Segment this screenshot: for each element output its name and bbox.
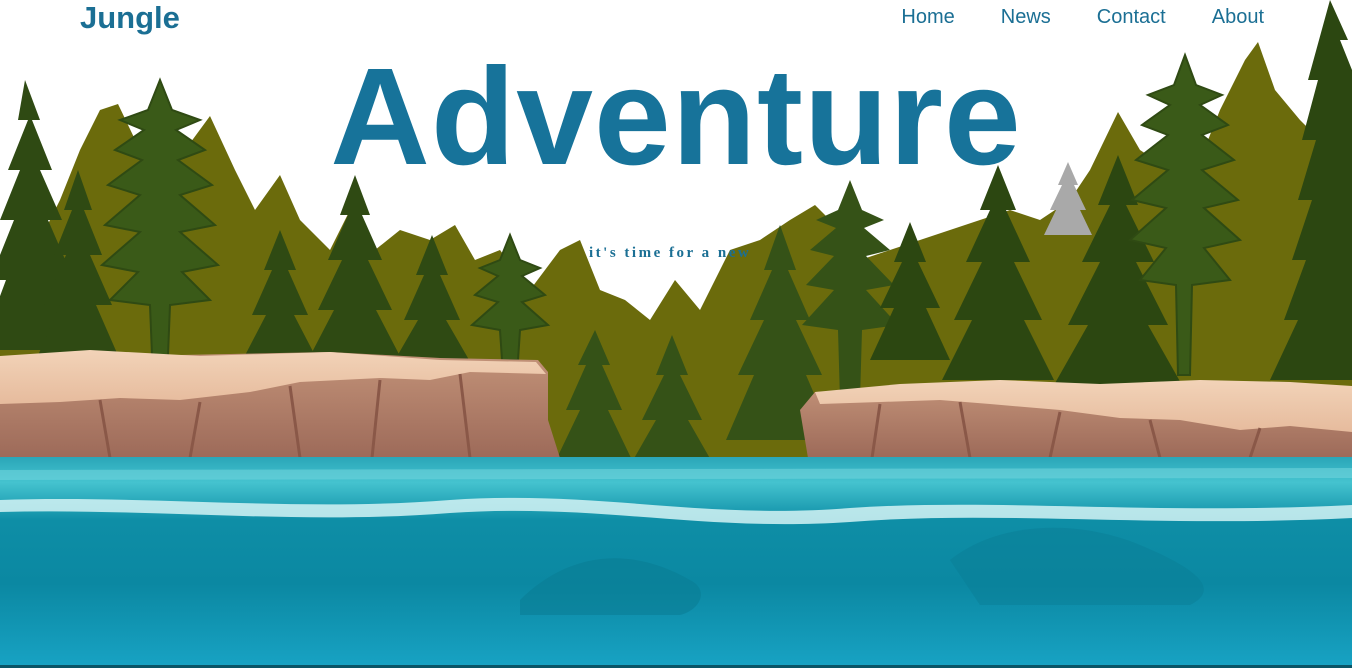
right-cliff [800,380,1352,459]
hero-tagline: it's time for a new [589,245,752,261]
nav-link-news[interactable]: News [1001,5,1051,29]
nav-menu: Home News Contact About [901,5,1264,29]
left-cliff [0,350,560,459]
nav-link-about[interactable]: About [1212,5,1264,29]
lake-water [0,457,1352,668]
hero-title: Adventure [330,40,1022,194]
nav-link-contact[interactable]: Contact [1097,5,1166,29]
nav-link-home[interactable]: Home [901,5,954,29]
brand-logo-link[interactable]: Jungle [80,0,180,36]
top-navigation: Jungle Home News Contact About [0,0,1352,40]
